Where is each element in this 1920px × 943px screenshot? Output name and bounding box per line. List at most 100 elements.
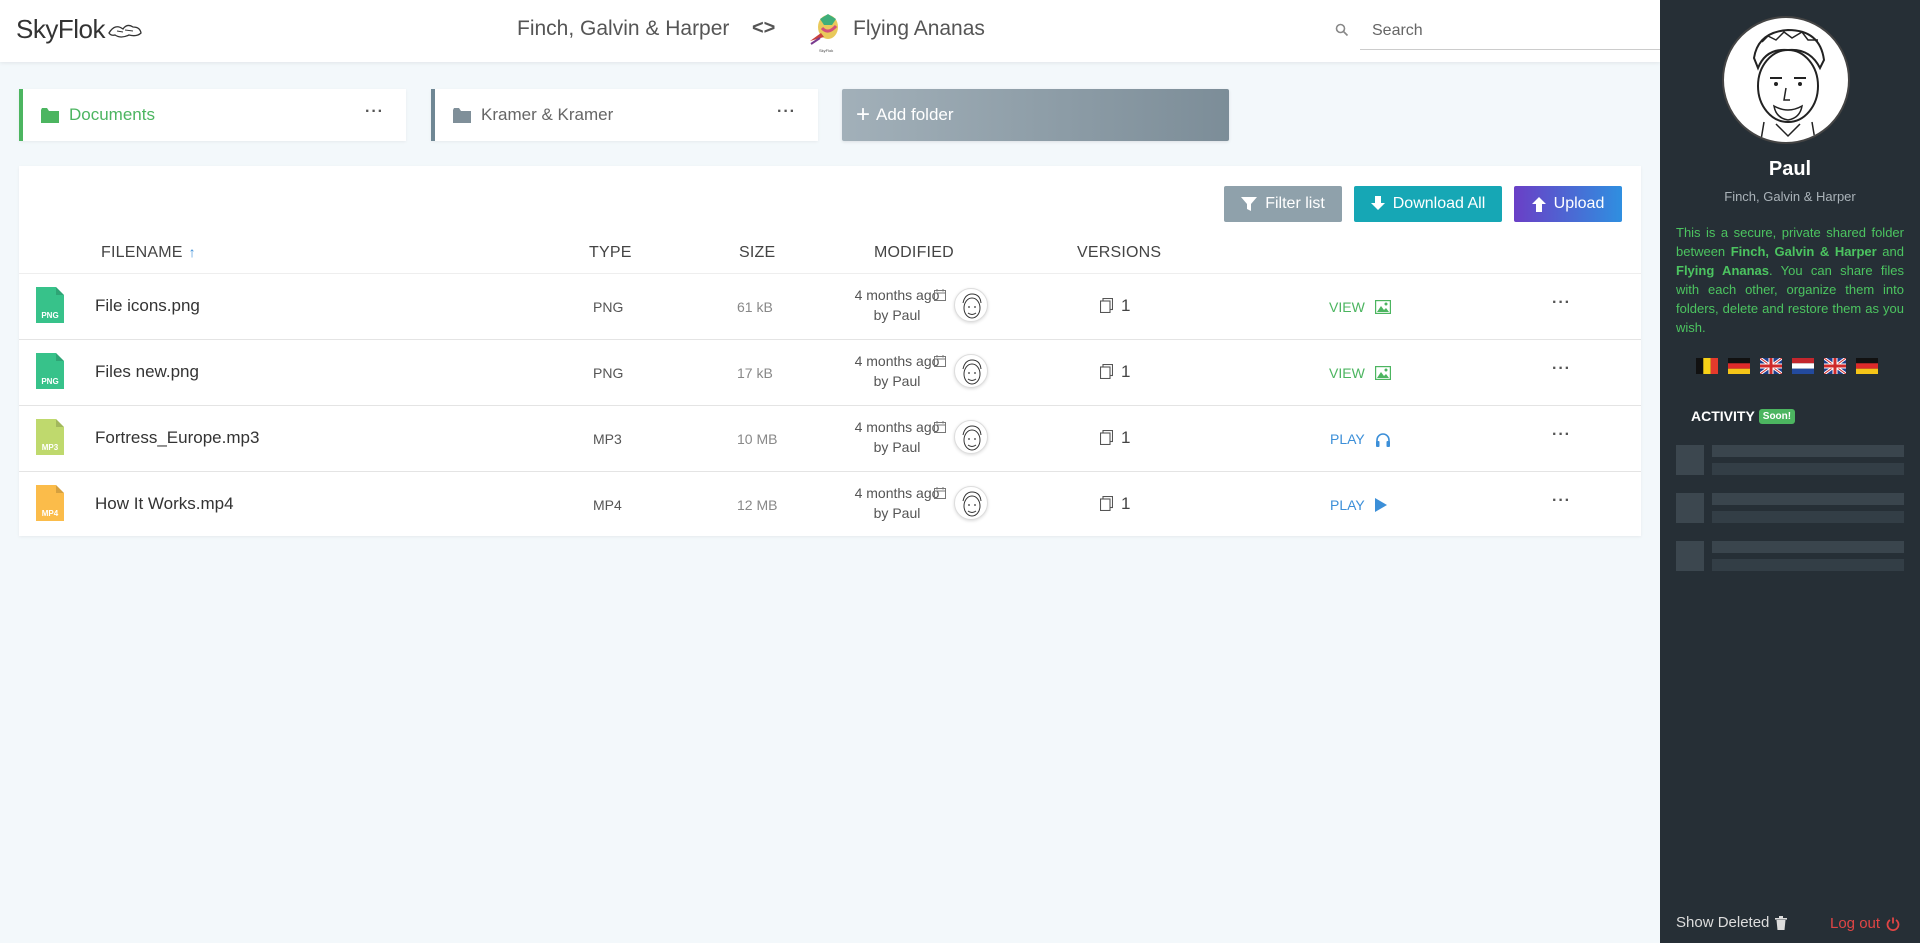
version-count[interactable]: 1 xyxy=(1121,296,1130,316)
svg-text:PNG: PNG xyxy=(41,377,58,386)
versions-icon xyxy=(1100,496,1113,511)
download-icon xyxy=(1370,196,1385,210)
calendar-icon xyxy=(934,355,946,367)
upload-icon xyxy=(1531,197,1546,212)
logout-button[interactable]: Log out xyxy=(1830,915,1900,932)
top-bar: SkyFlok Finch, Galvin & Harper <> SkyFlo… xyxy=(0,0,1660,62)
column-header-modified[interactable]: MODIFIED xyxy=(874,244,954,262)
file-type: PNG xyxy=(593,365,624,381)
flag-belgium-icon[interactable] xyxy=(1696,358,1718,374)
file-size: 10 MB xyxy=(737,431,778,447)
add-folder-label: Add folder xyxy=(876,105,954,124)
column-header-versions[interactable]: VERSIONS xyxy=(1077,244,1161,262)
filter-list-label: Filter list xyxy=(1265,195,1325,212)
row-more-button[interactable]: ··· xyxy=(1552,492,1571,510)
versions-icon xyxy=(1100,298,1113,313)
user-organization: Finch, Galvin & Harper xyxy=(1724,189,1856,204)
file-name[interactable]: Fortress_Europe.mp3 xyxy=(95,428,259,448)
svg-text:SkyFlok: SkyFlok xyxy=(819,48,833,53)
upload-label: Upload xyxy=(1553,195,1605,212)
skyflok-logo[interactable]: SkyFlok xyxy=(16,14,143,45)
modified-by: by Paul xyxy=(873,439,921,455)
user-name: Paul xyxy=(1768,158,1812,180)
file-size: 12 MB xyxy=(737,497,778,513)
version-count[interactable]: 1 xyxy=(1121,494,1130,514)
download-all-button[interactable]: Download All xyxy=(1354,186,1502,222)
flag-germany-icon[interactable] xyxy=(1856,358,1878,374)
version-count[interactable]: 1 xyxy=(1121,428,1130,448)
language-flags xyxy=(1696,358,1878,374)
folder-icon xyxy=(453,107,471,123)
user-avatar-image xyxy=(1752,28,1826,142)
file-type-icon: PNG xyxy=(36,287,64,323)
row-more-button[interactable]: ··· xyxy=(1552,294,1571,312)
versions-icon xyxy=(1100,364,1113,379)
cloud-bird-icon xyxy=(108,24,142,38)
row-more-button[interactable]: ··· xyxy=(1552,360,1571,378)
sort-arrow-icon: ↑ xyxy=(188,244,196,260)
svg-text:MP4: MP4 xyxy=(42,509,59,518)
flag-uk-icon[interactable] xyxy=(1760,358,1782,374)
plus-icon: + xyxy=(856,101,871,128)
info-org-b: Flying Ananas xyxy=(1676,263,1770,278)
logo-text: SkyFlok xyxy=(16,14,105,44)
file-type: PNG xyxy=(593,299,624,315)
image-icon xyxy=(1374,300,1391,314)
play-button[interactable]: PLAY xyxy=(1330,431,1391,447)
avatar[interactable] xyxy=(954,288,988,322)
flag-germany-icon[interactable] xyxy=(1728,358,1750,374)
filename-header-label: FILENAME xyxy=(101,244,183,261)
row-more-button[interactable]: ··· xyxy=(1552,426,1571,444)
file-name[interactable]: File icons.png xyxy=(95,296,200,316)
view-button[interactable]: VIEW xyxy=(1329,299,1391,315)
image-icon xyxy=(1374,366,1391,380)
table-row[interactable]: MP3 Fortress_Europe.mp3 MP3 10 MB 4 months a… xyxy=(19,406,1641,472)
action-label: VIEW xyxy=(1329,299,1365,315)
file-type: MP4 xyxy=(593,497,622,513)
svg-text:PNG: PNG xyxy=(41,311,58,320)
flag-uk-icon[interactable] xyxy=(1824,358,1846,374)
org-right-name[interactable]: Flying Ananas xyxy=(853,17,985,41)
upload-button[interactable]: Upload xyxy=(1514,186,1622,222)
right-sidebar: Paul Finch, Galvin & Harper This is a se… xyxy=(1660,0,1920,943)
download-all-label: Download All xyxy=(1392,195,1486,212)
calendar-icon xyxy=(934,421,946,433)
filter-list-button[interactable]: Filter list xyxy=(1224,186,1342,222)
show-deleted-button[interactable]: Show Deleted xyxy=(1676,914,1788,931)
table-row[interactable]: PNG Files new.png PNG 17 kB 4 months ago by P… xyxy=(19,340,1641,406)
column-header-size[interactable]: SIZE xyxy=(739,244,775,262)
file-type-icon: MP4 xyxy=(36,485,64,521)
file-name[interactable]: Files new.png xyxy=(95,362,199,382)
search-input[interactable] xyxy=(1360,12,1660,50)
info-and: and xyxy=(1876,244,1904,259)
folder-more-button[interactable]: ··· xyxy=(365,103,384,121)
calendar-icon xyxy=(934,289,946,301)
table-row[interactable]: MP4 How It Works.mp4 MP4 12 MB 4 months ago b… xyxy=(19,472,1641,538)
action-label: PLAY xyxy=(1330,431,1365,447)
versions-icon xyxy=(1100,430,1113,445)
file-name[interactable]: How It Works.mp4 xyxy=(95,494,234,514)
swap-icon[interactable]: <> xyxy=(752,17,775,40)
org-left-name[interactable]: Finch, Galvin & Harper xyxy=(517,17,729,41)
avatar[interactable] xyxy=(954,354,988,388)
version-count[interactable]: 1 xyxy=(1121,362,1130,382)
svg-text:MP3: MP3 xyxy=(42,443,59,452)
info-org-a: Finch, Galvin & Harper xyxy=(1730,244,1877,259)
table-row[interactable]: PNG File icons.png PNG 61 kB 4 months ago by … xyxy=(19,274,1641,340)
trash-icon xyxy=(1775,915,1788,930)
add-folder-button[interactable]: + Add folder xyxy=(842,89,1229,141)
column-header-type[interactable]: TYPE xyxy=(589,244,632,262)
flag-netherlands-icon[interactable] xyxy=(1792,358,1814,374)
folder-documents[interactable]: Documents ··· xyxy=(19,89,406,141)
play-button[interactable]: PLAY xyxy=(1330,497,1387,513)
view-button[interactable]: VIEW xyxy=(1329,365,1391,381)
flying-ananas-logo-icon: SkyFlok xyxy=(810,14,838,53)
folder-kramer-kramer[interactable]: Kramer & Kramer ··· xyxy=(431,89,818,141)
folder-more-button[interactable]: ··· xyxy=(777,103,796,121)
user-avatar[interactable] xyxy=(1722,16,1850,144)
column-header-filename[interactable]: FILENAME ↑ xyxy=(101,244,196,262)
avatar[interactable] xyxy=(954,420,988,454)
avatar[interactable] xyxy=(954,486,988,520)
modified-by: by Paul xyxy=(873,505,921,521)
calendar-icon xyxy=(934,487,946,499)
